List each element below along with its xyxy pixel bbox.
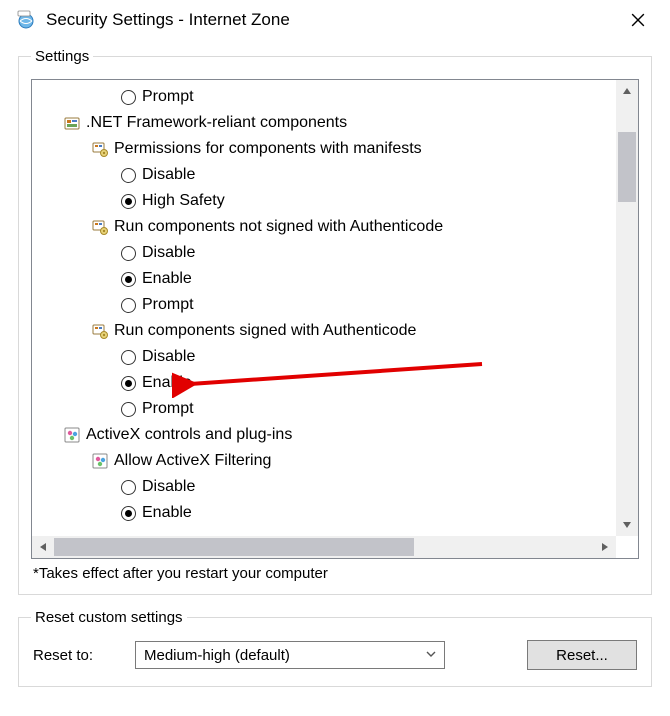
reset-level-value: Medium-high (default) — [144, 647, 290, 664]
horizontal-scrollbar[interactable] — [32, 536, 616, 558]
option-label: Disable — [142, 162, 195, 188]
radio-button[interactable] — [121, 194, 136, 209]
scroll-track-horizontal[interactable] — [54, 536, 594, 558]
radio-icon — [118, 191, 138, 211]
dotnet-icon — [62, 113, 82, 133]
tree-category: Permissions for components with manifest… — [34, 136, 614, 162]
reset-legend: Reset custom settings — [31, 609, 187, 626]
radio-icon — [118, 477, 138, 497]
radio-icon — [118, 295, 138, 315]
radio-icon — [118, 165, 138, 185]
chevron-down-icon — [426, 648, 436, 662]
tree-option[interactable]: Enable — [34, 266, 614, 292]
tree-option[interactable]: Disable — [34, 344, 614, 370]
category-label: .NET Framework-reliant components — [86, 110, 347, 136]
option-label: Disable — [142, 240, 195, 266]
scroll-down-arrow[interactable] — [616, 514, 638, 536]
settings-legend: Settings — [31, 48, 93, 65]
tree-option[interactable]: Enable — [34, 500, 614, 526]
tree-category: ActiveX controls and plug-ins — [34, 422, 614, 448]
radio-icon — [118, 269, 138, 289]
window-title: Security Settings - Internet Zone — [46, 10, 618, 30]
tree-option[interactable]: Enable — [34, 370, 614, 396]
internet-options-icon — [16, 10, 36, 30]
scroll-up-arrow[interactable] — [616, 80, 638, 102]
scroll-thumb-vertical[interactable] — [618, 132, 636, 202]
radio-button[interactable] — [121, 246, 136, 261]
radio-icon — [118, 373, 138, 393]
activex-icon — [62, 425, 82, 445]
radio-icon — [118, 503, 138, 523]
reset-to-label: Reset to: — [33, 647, 123, 664]
radio-button[interactable] — [121, 298, 136, 313]
component-icon — [90, 217, 110, 237]
radio-button[interactable] — [121, 350, 136, 365]
radio-icon — [118, 399, 138, 419]
radio-icon — [118, 87, 138, 107]
category-label: ActiveX controls and plug-ins — [86, 422, 292, 448]
tree-option[interactable]: Prompt — [34, 292, 614, 318]
option-label: Enable — [142, 370, 192, 396]
reset-group: Reset custom settings Reset to: Medium-h… — [18, 609, 652, 687]
option-label: Prompt — [142, 292, 194, 318]
activex-icon — [90, 451, 110, 471]
category-label: Run components signed with Authenticode — [114, 318, 416, 344]
scroll-left-arrow[interactable] — [32, 536, 54, 558]
tree-option[interactable]: Prompt — [34, 84, 614, 110]
tree-body: Prompt.NET Framework-reliant componentsP… — [32, 80, 616, 536]
category-label: Allow ActiveX Filtering — [114, 448, 271, 474]
scroll-right-arrow[interactable] — [594, 536, 616, 558]
radio-icon — [118, 347, 138, 367]
component-icon — [90, 139, 110, 159]
reset-button[interactable]: Reset... — [527, 640, 637, 670]
radio-button[interactable] — [121, 376, 136, 391]
tree-option[interactable]: Disable — [34, 162, 614, 188]
option-label: Disable — [142, 344, 195, 370]
option-label: Disable — [142, 474, 195, 500]
option-label: Enable — [142, 500, 192, 526]
radio-button[interactable] — [121, 506, 136, 521]
option-label: Prompt — [142, 84, 194, 110]
tree-option[interactable]: Disable — [34, 240, 614, 266]
settings-tree: Prompt.NET Framework-reliant componentsP… — [31, 79, 639, 559]
reset-button-label: Reset... — [556, 647, 608, 664]
titlebar: Security Settings - Internet Zone — [0, 0, 670, 40]
tree-category: .NET Framework-reliant components — [34, 110, 614, 136]
option-label: Prompt — [142, 396, 194, 422]
close-button[interactable] — [618, 5, 658, 35]
category-label: Run components not signed with Authentic… — [114, 214, 443, 240]
tree-category: Allow ActiveX Filtering — [34, 448, 614, 474]
radio-button[interactable] — [121, 168, 136, 183]
category-label: Permissions for components with manifest… — [114, 136, 422, 162]
component-icon — [90, 321, 110, 341]
radio-button[interactable] — [121, 402, 136, 417]
settings-group: Settings Prompt.NET Framework-reliant co… — [18, 48, 652, 595]
scroll-thumb-horizontal[interactable] — [54, 538, 414, 556]
radio-icon — [118, 243, 138, 263]
radio-button[interactable] — [121, 90, 136, 105]
tree-category: Run components not signed with Authentic… — [34, 214, 614, 240]
restart-footnote: *Takes effect after you restart your com… — [33, 565, 637, 582]
option-label: Enable — [142, 266, 192, 292]
radio-button[interactable] — [121, 480, 136, 495]
tree-option[interactable]: Disable — [34, 474, 614, 500]
tree-option[interactable]: High Safety — [34, 188, 614, 214]
option-label: High Safety — [142, 188, 225, 214]
reset-level-select[interactable]: Medium-high (default) — [135, 641, 445, 669]
radio-button[interactable] — [121, 272, 136, 287]
tree-option[interactable]: Prompt — [34, 396, 614, 422]
scroll-track-vertical[interactable] — [616, 102, 638, 514]
tree-category: Run components signed with Authenticode — [34, 318, 614, 344]
vertical-scrollbar[interactable] — [616, 80, 638, 536]
